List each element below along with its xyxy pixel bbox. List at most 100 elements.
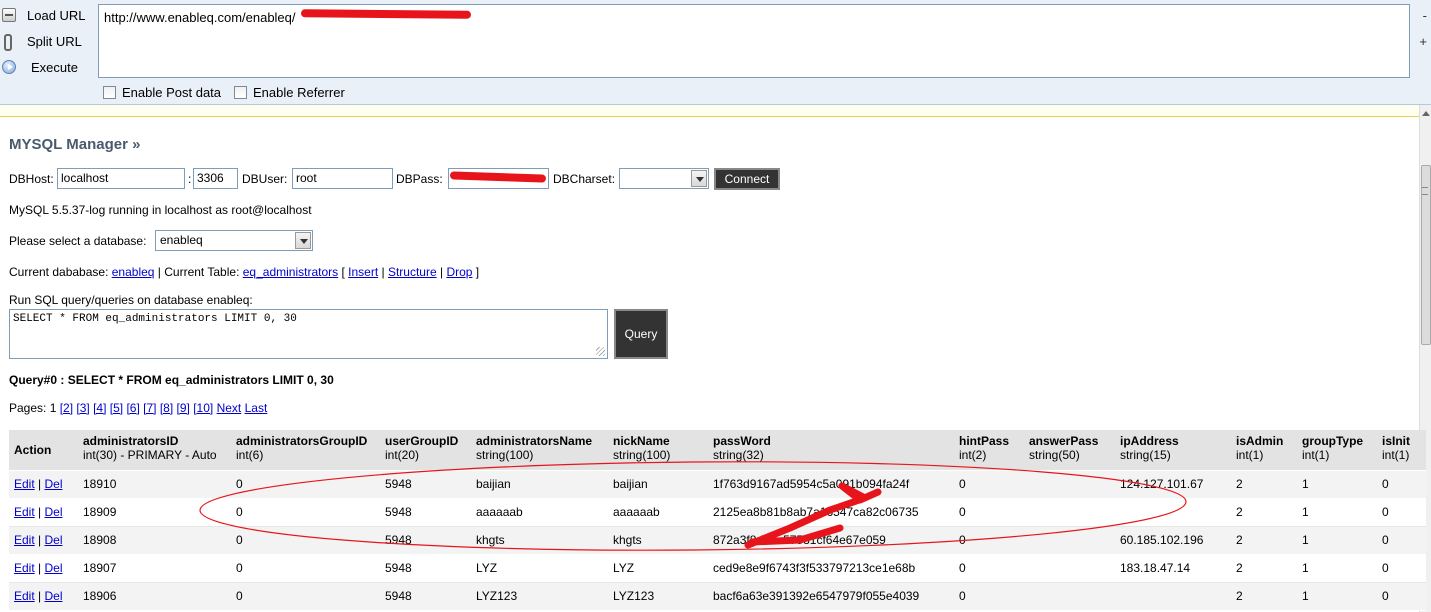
row-actions: Edit | Del (9, 470, 78, 499)
column-name: administratorsGroupID (236, 434, 368, 448)
edit-row-link[interactable]: Edit (14, 533, 35, 547)
current-database-link[interactable]: enableq (112, 265, 155, 279)
enable-referrer-checkbox[interactable]: Enable Referrer (234, 85, 345, 100)
table-cell: 0 (231, 498, 380, 527)
grow-button[interactable]: + (1419, 34, 1427, 49)
table-row: Edit | Del 18910 0 5948 baijian baijian 1f763d… (9, 470, 1426, 499)
load-url-icon (2, 8, 16, 22)
page-link[interactable]: Next (217, 401, 242, 415)
table-cell: LYZ (608, 554, 708, 583)
chevron-down-icon[interactable] (295, 232, 311, 249)
url-redaction-mark (300, 9, 472, 19)
insert-link[interactable]: Insert (348, 265, 378, 279)
delete-row-link[interactable]: Del (44, 589, 62, 603)
table-cell (1115, 582, 1231, 611)
column-name: isAdmin (1236, 434, 1284, 448)
page-link[interactable]: [7] (143, 401, 156, 415)
column-header: nickName string(100) (608, 430, 708, 471)
checkbox-box[interactable] (234, 86, 247, 99)
edit-row-link[interactable]: Edit (14, 561, 35, 575)
table-cell: 1 (1297, 554, 1377, 583)
table-row: Edit | Del 18907 0 5948 LYZ LYZ ced9e8e9f6743f… (9, 554, 1426, 583)
delete-row-link[interactable]: Del (44, 533, 62, 547)
url-textarea[interactable]: http://www.enableq.com/enableq/ (98, 4, 1410, 78)
table-cell: 5948 (380, 554, 471, 583)
table-cell: baijian (471, 470, 608, 499)
row-actions: Edit | Del (9, 554, 78, 583)
current-database-label: Current dababase: (9, 265, 109, 279)
dbcharset-select[interactable] (619, 168, 709, 189)
column-type: int(30) - PRIMARY - Auto (83, 448, 217, 462)
database-select[interactable]: enableq (155, 230, 313, 251)
separator: | (378, 265, 388, 279)
delete-row-link[interactable]: Del (44, 477, 62, 491)
server-status-text: MySQL 5.5.37-log running in localhost as… (9, 203, 312, 217)
shrink-button[interactable]: - (1423, 8, 1427, 23)
column-type: string(100) (613, 448, 671, 462)
dbuser-label: DBUser: (242, 172, 288, 186)
page-link[interactable]: [9] (177, 401, 190, 415)
table-cell: baijian (608, 470, 708, 499)
column-header: ipAddress string(15) (1115, 430, 1231, 471)
connect-button[interactable]: Connect (714, 168, 780, 190)
column-name: ipAddress (1120, 434, 1179, 448)
delete-row-link[interactable]: Del (44, 561, 62, 575)
table-cell (1024, 526, 1115, 555)
structure-link[interactable]: Structure (388, 265, 437, 279)
delete-row-link[interactable]: Del (44, 505, 62, 519)
page-link[interactable]: [4] (93, 401, 106, 415)
page-link[interactable]: [5] (110, 401, 123, 415)
dbuser-input[interactable]: root (292, 168, 393, 189)
table-cell (1024, 554, 1115, 583)
table-cell: 124.127.101.67 (1115, 470, 1231, 499)
table-cell: 0 (954, 554, 1024, 583)
table-cell: 0 (954, 582, 1024, 611)
edit-row-link[interactable]: Edit (14, 589, 35, 603)
table-cell: 5948 (380, 470, 471, 499)
page-link[interactable]: [2] (60, 401, 73, 415)
page-link[interactable]: [6] (126, 401, 139, 415)
edit-row-link[interactable]: Edit (14, 505, 35, 519)
column-type: string(32) (713, 448, 764, 462)
scroll-grip-icon (1422, 187, 1428, 195)
checkbox-box[interactable] (103, 86, 116, 99)
query-button[interactable]: Query (614, 309, 668, 359)
table-cell: 0 (231, 526, 380, 555)
execute-button[interactable]: Execute (0, 56, 92, 78)
dbhost-input[interactable]: localhost (57, 168, 185, 189)
table-cell: 18910 (78, 470, 231, 499)
table-cell: 18907 (78, 554, 231, 583)
enable-referrer-label: Enable Referrer (253, 85, 345, 100)
table-cell: 0 (954, 498, 1024, 527)
sql-query-text: SELECT * FROM eq_administrators LIMIT 0,… (13, 313, 297, 325)
chevron-down-icon[interactable] (691, 170, 707, 187)
page-link[interactable]: Last (245, 401, 268, 415)
table-cell: 2125ea8b81b8ab7a16547ca82c06735 (708, 498, 954, 527)
load-url-button[interactable]: Load URL (0, 4, 92, 26)
dbport-input[interactable]: 3306 (193, 168, 238, 189)
enable-post-checkbox[interactable]: Enable Post data (103, 85, 221, 100)
scroll-up-arrow-icon[interactable] (1422, 111, 1430, 116)
bracket-close: ] (472, 265, 480, 279)
select-database-label: Please select a database: (9, 234, 147, 248)
column-header: hintPass int(2) (954, 430, 1024, 471)
drop-link[interactable]: Drop (446, 265, 472, 279)
table-cell: 0 (1377, 582, 1426, 611)
table-cell: 2 (1231, 526, 1297, 555)
table-cell: 2 (1231, 582, 1297, 611)
page-link[interactable]: [3] (76, 401, 89, 415)
table-cell: 18909 (78, 498, 231, 527)
table-cell: 0 (1377, 498, 1426, 527)
dbcharset-label: DBCharset: (553, 172, 616, 186)
table-cell: LYZ (471, 554, 608, 583)
resize-grip-icon[interactable] (596, 347, 605, 356)
sql-query-textarea[interactable]: SELECT * FROM eq_administrators LIMIT 0,… (9, 309, 608, 359)
edit-row-link[interactable]: Edit (14, 477, 35, 491)
port-separator: : (188, 172, 192, 186)
page-link[interactable]: [10] (193, 401, 213, 415)
split-url-button[interactable]: Split URL (0, 30, 92, 52)
page-link[interactable]: [8] (160, 401, 173, 415)
column-header: isAdmin int(1) (1231, 430, 1297, 471)
column-name: administratorsID (83, 434, 179, 448)
current-table-link[interactable]: eq_administrators (243, 265, 338, 279)
